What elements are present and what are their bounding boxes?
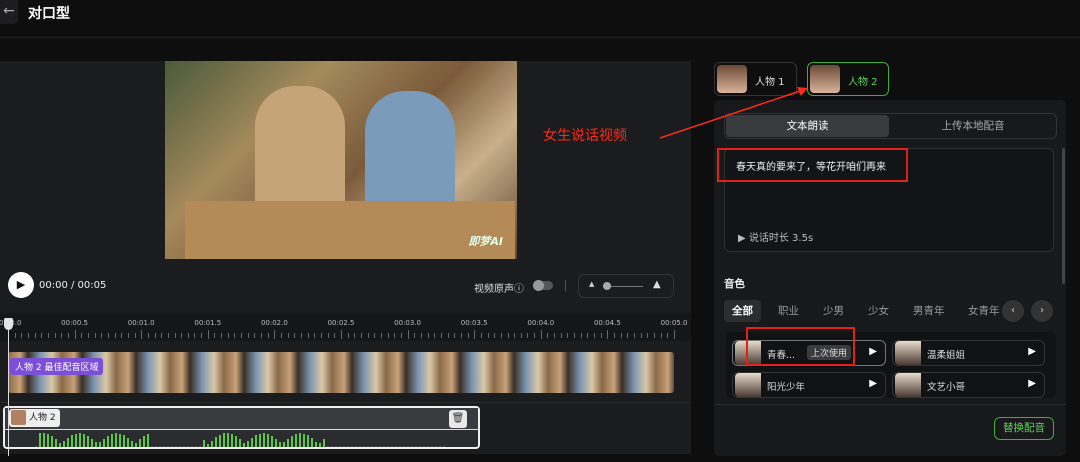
annotation-box-text: [717, 148, 908, 182]
annotation-box-voice: [746, 327, 855, 366]
annotation-arrow: [659, 87, 808, 139]
